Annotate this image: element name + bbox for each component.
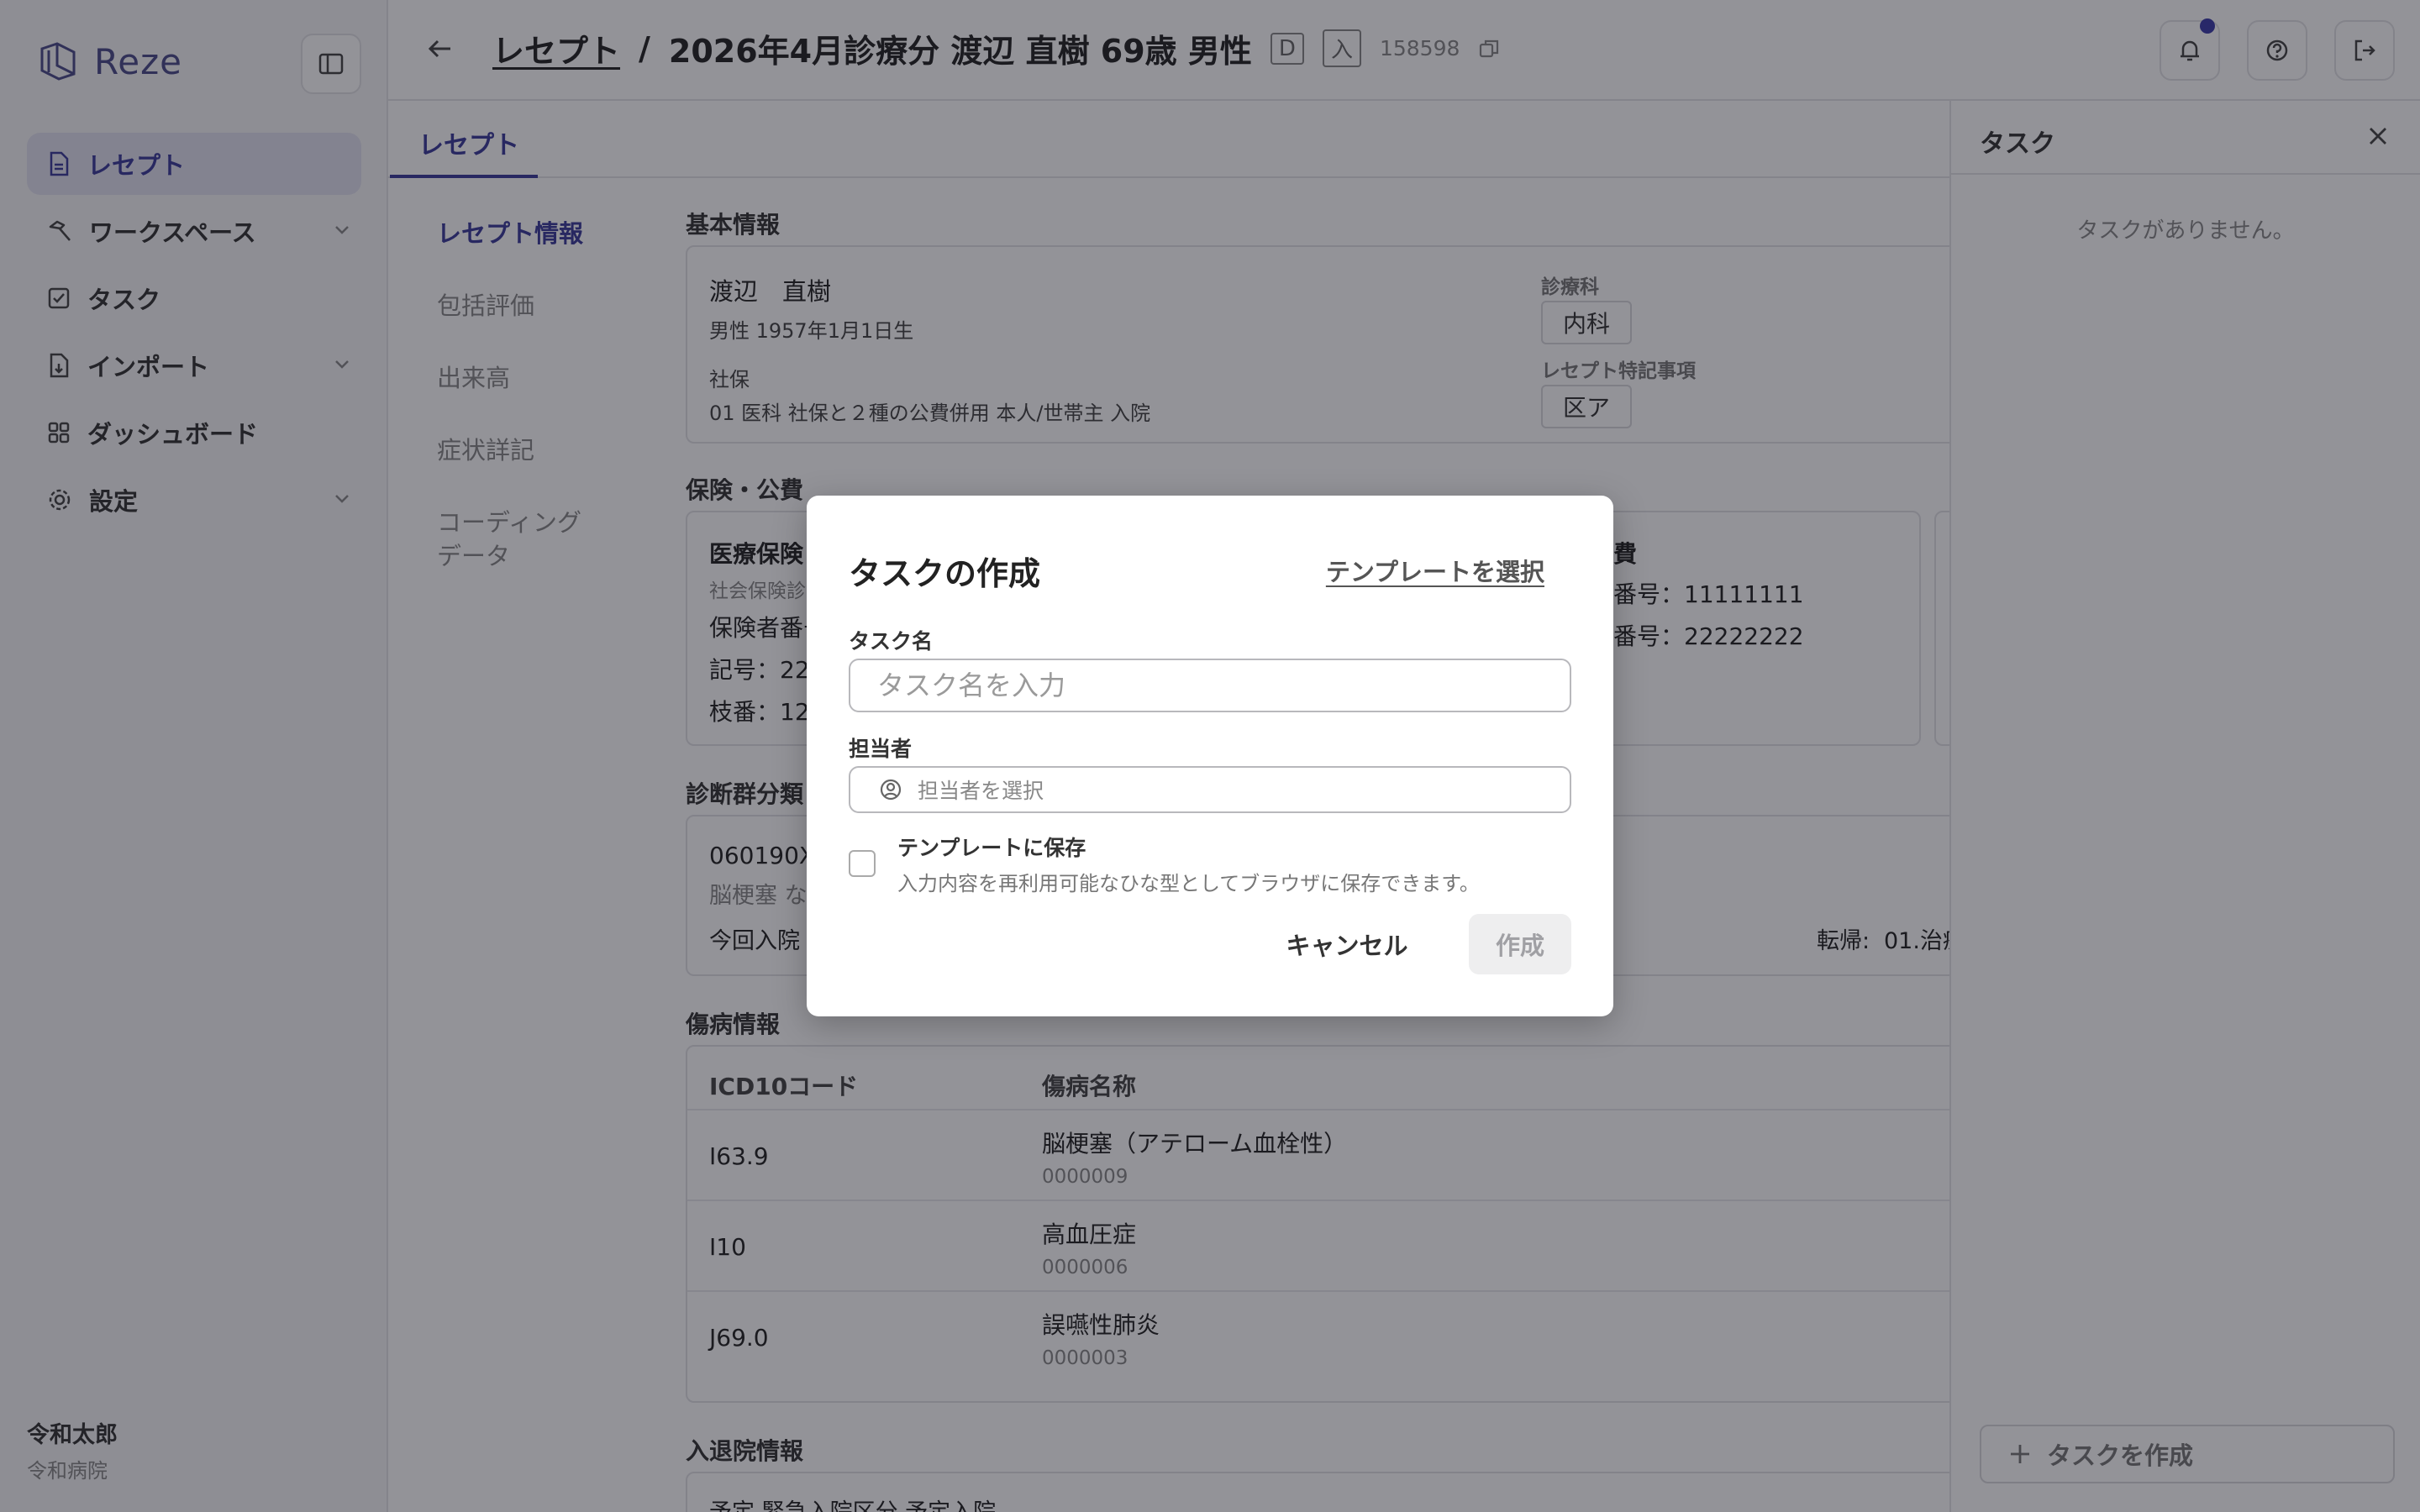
cancel-button[interactable]: キャンセル (1279, 914, 1415, 974)
select-template-link[interactable]: テンプレートを選択 (1326, 553, 1544, 588)
task-name-label: タスク名 (849, 629, 934, 654)
dialog-title: タスクの作成 (849, 555, 1041, 592)
user-circle-icon (880, 779, 902, 801)
create-task-dialog: タスクの作成 テンプレートを選択 タスク名 担当者 担当者を選択 テンプレートに… (807, 496, 1613, 1016)
task-name-input[interactable] (849, 659, 1571, 712)
save-template-checkbox[interactable] (849, 850, 876, 877)
save-template-description: 入力内容を再利用可能なひな型としてブラウザに保存できます。 (897, 872, 1480, 895)
save-template-label: テンプレートに保存 (897, 836, 1086, 860)
assignee-select[interactable]: 担当者を選択 (849, 766, 1571, 813)
assignee-placeholder: 担当者を選択 (918, 779, 1044, 803)
assignee-label: 担当者 (849, 737, 913, 761)
create-button[interactable]: 作成 (1469, 914, 1571, 974)
